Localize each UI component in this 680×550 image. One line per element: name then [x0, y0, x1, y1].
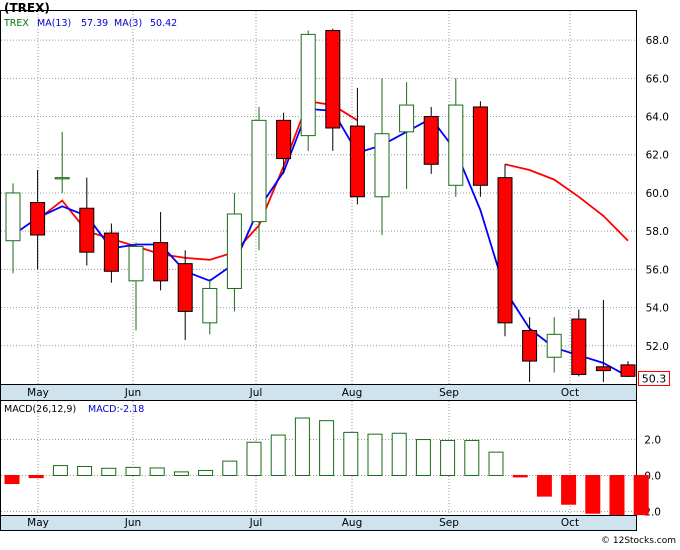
- candle-body-up: [251, 119, 267, 223]
- price-tick-label: 56.0: [646, 264, 669, 276]
- candle-body-down: [595, 366, 611, 372]
- candle-body-up: [226, 213, 242, 289]
- macd-bar-positive: [246, 441, 262, 476]
- macd-month-label: Sep: [439, 517, 459, 529]
- candle-body-down: [276, 119, 292, 160]
- watermark: © 12Stocks.com: [601, 536, 676, 546]
- macd-bar-positive: [222, 460, 238, 476]
- price-tick-label: 60.0: [646, 188, 669, 200]
- price-month-label: Oct: [561, 387, 579, 399]
- candle-body-up: [448, 104, 464, 186]
- candle-body-up: [128, 245, 144, 282]
- candle-body-up: [399, 104, 415, 133]
- legend-ma13-label: MA(13): [37, 18, 71, 29]
- macd-bar-positive: [149, 467, 165, 476]
- macd-bar-positive: [270, 434, 286, 476]
- candle-body-down: [325, 30, 341, 129]
- candle-body-down: [522, 330, 538, 362]
- candle-body-down: [423, 116, 439, 165]
- macd-bar-positive: [101, 467, 117, 476]
- candle-body-down: [571, 318, 587, 375]
- price-tick-label: 58.0: [646, 226, 669, 238]
- macd-bar-positive: [125, 466, 141, 476]
- price-tick-label: 62.0: [646, 150, 669, 162]
- macd-bar-negative: [512, 474, 528, 478]
- macd-bar-positive: [415, 439, 431, 476]
- candle-body-down: [103, 232, 119, 272]
- macd-bar-positive: [319, 420, 335, 476]
- price-tick-label: 64.0: [646, 112, 669, 124]
- candle-body-down: [620, 364, 636, 377]
- legend-ma13-value: 57.39: [81, 18, 108, 29]
- macd-bar-positive: [294, 417, 310, 476]
- legend-ma3-label: MA(3): [114, 18, 142, 29]
- price-tick-label: 52.0: [646, 341, 669, 353]
- price-tick-label: 66.0: [646, 73, 669, 85]
- macd-bar-positive: [198, 469, 214, 476]
- price-month-band: [0, 384, 637, 401]
- legend-ma3-value: 50.42: [150, 18, 177, 29]
- macd-bar-positive: [367, 433, 383, 476]
- stock-chart: 52.0 54.0 56.0 58.0 60.0 62.0 64.0 66.0 68.0 (TR…: [0, 0, 680, 546]
- last-price-label: 50.3: [642, 373, 667, 386]
- candle-body-up: [374, 133, 390, 198]
- price-axis-ticks: 52.0 54.0 56.0 58.0 60.0 62.0 64.0 66.0 68.0: [646, 35, 669, 353]
- chart-title: (TREX): [4, 1, 50, 15]
- macd-bar-positive: [464, 439, 480, 476]
- macd-bar-negative: [4, 474, 20, 485]
- macd-month-label: Jun: [124, 517, 141, 529]
- macd-bar-positive: [488, 451, 504, 476]
- candle-body-down: [153, 242, 169, 282]
- macd-bar-positive: [343, 431, 359, 476]
- candle-body-up: [5, 192, 21, 242]
- price-tick-label: 68.0: [646, 35, 669, 47]
- candle-body-down: [30, 202, 46, 236]
- candle-body-down: [472, 106, 488, 186]
- macd-month-label: May: [27, 517, 49, 529]
- candle-body-up: [202, 287, 218, 324]
- price-month-label: Jun: [124, 387, 141, 399]
- macd-bar-positive: [77, 466, 93, 476]
- macd-label: MACD(26,12,9): [4, 404, 76, 415]
- candle-body-down: [177, 263, 193, 312]
- candle-body-up: [300, 33, 316, 137]
- macd-bar-negative: [609, 474, 625, 516]
- macd-month-label: Aug: [342, 517, 363, 529]
- macd-month-label: Oct: [561, 517, 579, 529]
- price-month-label: Jul: [249, 387, 263, 399]
- macd-bar-negative: [536, 474, 552, 497]
- macd-value-label: MACD:-2.18: [88, 404, 144, 415]
- price-month-label: Aug: [342, 387, 363, 399]
- macd-month-band: [0, 515, 637, 531]
- candle-body-down: [497, 177, 513, 324]
- price-month-label: May: [27, 387, 49, 399]
- price-tick-label: 54.0: [646, 303, 669, 315]
- macd-bar-positive: [391, 432, 407, 476]
- macd-month-label: Jul: [249, 517, 263, 529]
- macd-bar-negative: [561, 474, 577, 505]
- macd-bar-negative: [28, 474, 44, 479]
- candle-body-up: [546, 333, 562, 358]
- candle-body-up: [54, 177, 70, 180]
- macd-tick-label: 2.0: [644, 435, 661, 447]
- chart-canvas: 52.0 54.0 56.0 58.0 60.0 62.0 64.0 66.0 68.0 (TR…: [0, 0, 680, 546]
- macd-bar-positive: [52, 465, 68, 476]
- macd-bar-positive: [173, 471, 189, 476]
- price-month-label: Sep: [439, 387, 459, 399]
- macd-bar-negative: [585, 474, 601, 514]
- candle-body-down: [349, 125, 365, 198]
- macd-bar-positive: [440, 439, 456, 476]
- macd-bar-negative: [633, 474, 649, 516]
- legend-ticker: TREX: [3, 18, 29, 29]
- candle-body-down: [79, 207, 95, 253]
